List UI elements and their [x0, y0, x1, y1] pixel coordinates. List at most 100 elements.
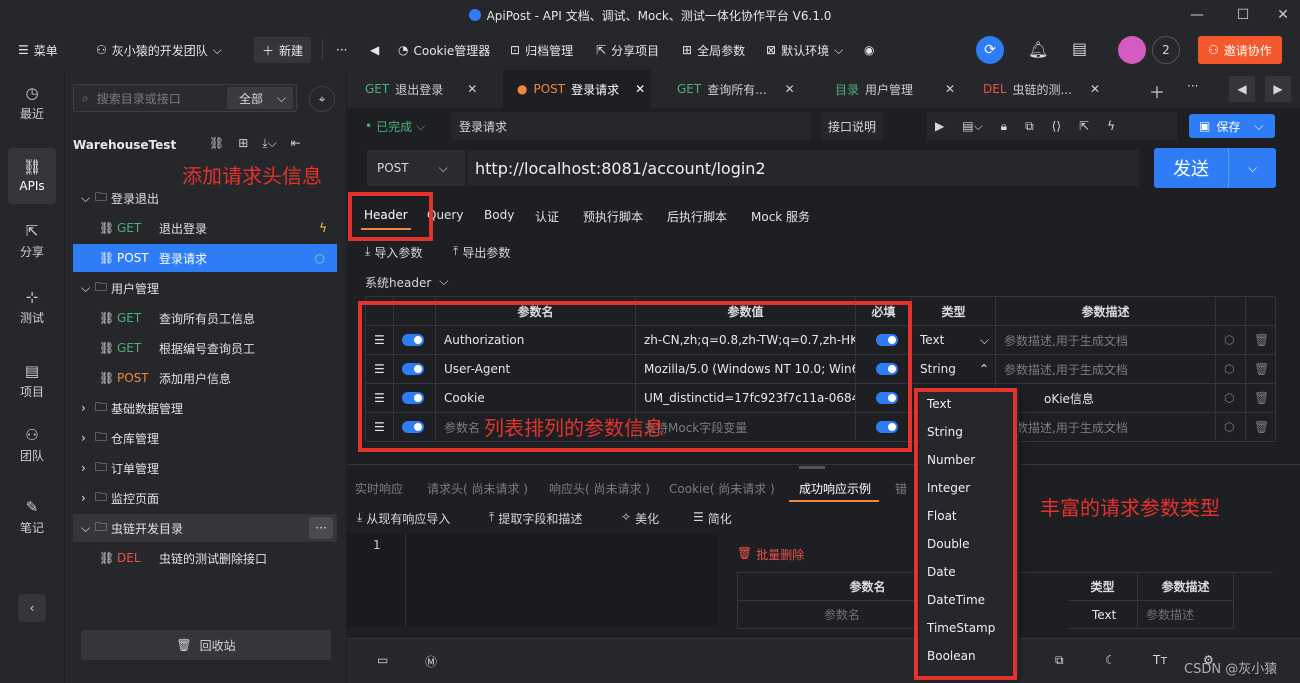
more-icon[interactable]: ··· [1187, 79, 1198, 93]
row-required[interactable] [856, 326, 912, 355]
response-desc-input[interactable]: 参数描述 [1138, 601, 1234, 629]
search-input[interactable]: 搜索目录或接口 [97, 90, 181, 107]
tab-prev-button[interactable]: ◀ [1229, 76, 1255, 102]
filter-select[interactable]: 全部 ⌵ [227, 87, 293, 109]
subtab-pre-script[interactable]: 预执行脚本 [583, 208, 643, 225]
type-option[interactable]: Number [927, 446, 975, 474]
font-icon[interactable]: Tт [1153, 653, 1167, 667]
doc-view-icon[interactable]: ▤⌵ [962, 119, 982, 134]
subtab-header[interactable]: Header [364, 208, 408, 222]
response-tab[interactable]: 成功响应示例 [799, 480, 871, 497]
response-tab[interactable]: 请求头( 尚未请求 ) [427, 480, 528, 497]
resize-handle[interactable] [799, 466, 825, 469]
tree-api-item[interactable]: ⛓ POST 添加用户信息 [73, 364, 337, 392]
editor-content[interactable] [405, 534, 719, 626]
tab-get-query[interactable]: GET 查询所有... ✕ [677, 70, 811, 108]
row-required[interactable] [856, 355, 912, 384]
copy-icon[interactable]: ⧉ [1025, 119, 1034, 134]
more-icon[interactable]: ··· [336, 43, 347, 57]
row-required[interactable] [856, 384, 912, 413]
lock-icon[interactable]: 🔒︎ [1001, 119, 1007, 134]
subtab-auth[interactable]: 认证 [535, 208, 559, 225]
archive-button[interactable]: ⊡ 归档管理 [510, 42, 573, 59]
enable-toggle[interactable] [402, 363, 424, 375]
param-desc-input[interactable]: 参数描述,用于生成文档 [996, 413, 1216, 442]
row-delete[interactable]: 🗑︎ [1246, 384, 1276, 413]
bulk-delete-button[interactable]: 🗑︎ 批量删除 [737, 546, 804, 563]
param-desc-input[interactable]: oKie信息 [996, 384, 1216, 413]
save-button[interactable]: ▣ 保存 ⌵ [1189, 114, 1275, 138]
play-icon[interactable]: ▶ [935, 119, 944, 133]
extract-fields-button[interactable]: ⤒ 提取字段和描述 [489, 510, 582, 527]
row-drag[interactable]: ☰ [366, 326, 394, 355]
notes-icon[interactable]: ▤ [1072, 39, 1087, 58]
row-enable[interactable] [394, 384, 436, 413]
type-option[interactable]: TimeStamp [927, 614, 995, 642]
import-params-button[interactable]: ⤓ 导入参数 [365, 244, 422, 261]
enable-toggle[interactable] [402, 392, 424, 404]
tree-api-item[interactable]: ⛓ GET 退出登录 ϟ [73, 214, 337, 242]
param-desc-input[interactable]: 参数描述,用于生成文档 [996, 355, 1216, 384]
tree-folder-item[interactable]: › 🗀︎ 监控页面 [73, 484, 337, 512]
locate-icon[interactable]: ⌖ [309, 86, 335, 112]
type-option[interactable]: String [927, 418, 963, 446]
enable-toggle[interactable] [402, 421, 424, 433]
trash-icon[interactable]: 🗑︎ [1254, 362, 1269, 376]
close-icon[interactable]: ✕ [945, 82, 955, 96]
param-value-input[interactable]: zh-CN,zh;q=0.8,zh-TW;q=0.7,zh-HK; [636, 326, 856, 355]
trash-icon[interactable]: 🗑︎ [1254, 420, 1269, 434]
tree-api-item[interactable]: ⛓ DEL 虫链的测试删除接口 [73, 544, 337, 572]
row-mock[interactable]: ⬡ [1216, 355, 1246, 384]
type-option[interactable]: Integer [927, 474, 970, 502]
minimize-button[interactable]: — [1174, 0, 1220, 30]
drag-handle-icon[interactable]: ☰ [374, 391, 385, 405]
type-option[interactable]: Date [927, 558, 956, 586]
layout-icon[interactable]: ▭ [377, 653, 388, 667]
drag-handle-icon[interactable]: ☰ [374, 362, 385, 376]
tab-next-button[interactable]: ▶ [1265, 76, 1291, 102]
share-project-button[interactable]: ⇱ 分享项目 [596, 42, 659, 59]
new-button[interactable]: ＋ 新建 [254, 37, 312, 63]
collapse-all-icon[interactable]: ⇤ [291, 136, 301, 151]
collapse-button[interactable]: ‹ [18, 594, 46, 622]
subtab-body[interactable]: Body [484, 208, 514, 222]
nav-notes[interactable]: ✎ 笔记 [8, 490, 56, 546]
eye-icon[interactable]: ◉ [864, 43, 874, 57]
tab-get-logout[interactable]: GET 退出登录 ✕ [365, 70, 499, 108]
send-button[interactable]: 发送 ⌵ [1154, 148, 1276, 188]
status-selector[interactable]: • 已完成 ⌵ [365, 112, 447, 140]
response-type-select[interactable]: Text [1068, 601, 1138, 629]
param-name-input[interactable]: User-Agent [436, 355, 636, 384]
close-icon[interactable]: ✕ [785, 82, 795, 96]
row-delete[interactable]: 🗑︎ [1246, 326, 1276, 355]
import-response-button[interactable]: ⤓ 从现有响应导入 [357, 510, 450, 527]
global-params-button[interactable]: ⊞ 全局参数 [682, 42, 745, 59]
param-name-input[interactable]: Authorization [436, 326, 636, 355]
tree-folder-item[interactable]: › 🗀︎ 订单管理 [73, 454, 337, 482]
menu-button[interactable]: ☰ 菜单 [18, 42, 58, 59]
method-select[interactable]: POST ⌵ [367, 150, 465, 186]
param-value-input[interactable]: UM_distinctid=17fc923f7c11a-0684 [636, 384, 856, 413]
row-delete[interactable]: 🗑︎ [1246, 355, 1276, 384]
invite-button[interactable]: ⚇ 邀请协作 [1198, 36, 1282, 64]
row-mock[interactable]: ⬡ [1216, 384, 1246, 413]
nav-team[interactable]: ⚇ 团队 [8, 418, 56, 474]
row-mock[interactable]: ⬡ [1216, 413, 1246, 442]
tab-folder-users[interactable]: 目录 用户管理 ✕ [835, 70, 969, 108]
param-type-select[interactable]: Text ⌵ [912, 326, 996, 355]
bell-icon[interactable]: 🔔︎ [1028, 40, 1048, 59]
close-icon[interactable]: ✕ [635, 82, 645, 96]
cube-icon[interactable]: ⬡ [1224, 420, 1234, 434]
param-desc-input[interactable]: 参数描述,用于生成文档 [996, 326, 1216, 355]
import-icon[interactable]: ⤓⌵ [262, 136, 276, 151]
trash-icon[interactable]: 🗑︎ [1254, 333, 1269, 347]
cube-icon[interactable]: ⬡ [1224, 391, 1234, 405]
sync-icon[interactable]: ⟳ [976, 36, 1004, 64]
row-drag[interactable]: ☰ [366, 413, 394, 442]
required-toggle[interactable] [876, 421, 898, 433]
type-option[interactable]: DateTime [927, 586, 985, 614]
api-doc-button[interactable]: 接口说明 [821, 112, 883, 140]
type-option[interactable]: Text [927, 390, 951, 418]
response-tab[interactable]: 响应头( 尚未请求 ) [549, 480, 650, 497]
caret-left-icon[interactable]: ◀ [370, 43, 379, 57]
